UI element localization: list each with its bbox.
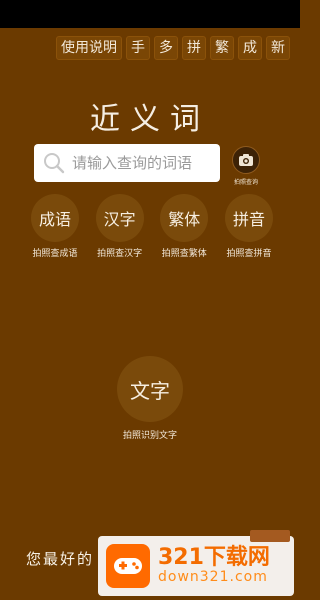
watermark-brand: 321下载网 (158, 545, 270, 571)
menu-cheng-button[interactable]: 成 (238, 36, 262, 60)
feature-traditional-button[interactable]: 繁体 (160, 194, 209, 242)
menu-duo-button[interactable]: 多 (154, 36, 178, 60)
feature-hanzi-caption: 拍照查汉字 (97, 249, 143, 259)
feature-hanzi-button[interactable]: 汉字 (95, 194, 144, 242)
watermark-overlay: 321下载网 down321.com (98, 530, 294, 596)
status-bar (0, 0, 300, 28)
top-menu: 使用说明 手 多 拼 繁 成 新 (44, 36, 290, 60)
feature-idiom-caption: 拍照查成语 (32, 249, 78, 259)
menu-shou-button[interactable]: 手 (126, 36, 150, 60)
ocr-caption: 拍照识别文字 (122, 431, 177, 441)
feature-row: 成语 拍照查成语 汉字 拍照查汉字 繁体 拍照查繁体 拼音 拍照查拼音 (26, 194, 278, 259)
feature-pinyin[interactable]: 拼音 拍照查拼音 (220, 194, 278, 259)
ocr-button[interactable]: 文字 (117, 356, 183, 422)
search-icon (44, 153, 65, 174)
feature-hanzi[interactable]: 汉字 拍照查汉字 (91, 194, 149, 259)
feature-idiom-button[interactable]: 成语 (31, 194, 79, 242)
bottom-slogan: 您最好的 (26, 550, 95, 568)
camera-search-button[interactable]: 拍照查询 (228, 146, 264, 186)
menu-help-button[interactable]: 使用说明 (56, 36, 122, 60)
watermark-logo-icon (106, 544, 150, 588)
search-box[interactable] (34, 144, 220, 182)
watermark-corner-tab (250, 530, 290, 542)
feature-pinyin-caption: 拍照查拼音 (226, 249, 272, 259)
menu-xin-button[interactable]: 新 (266, 36, 290, 60)
feature-pinyin-button[interactable]: 拼音 (224, 194, 273, 242)
feature-idiom[interactable]: 成语 拍照查成语 (26, 194, 84, 259)
menu-fan-button[interactable]: 繁 (210, 36, 234, 60)
menu-pin-button[interactable]: 拼 (182, 36, 206, 60)
page-title: 近义词 (90, 102, 210, 137)
feature-traditional[interactable]: 繁体 拍照查繁体 (155, 194, 213, 259)
watermark-text: 321下载网 down321.com (158, 546, 270, 586)
camera-icon (239, 154, 253, 166)
camera-button[interactable] (232, 146, 260, 174)
watermark-domain: down321.com (158, 569, 268, 586)
search-input[interactable] (72, 154, 212, 172)
gamepad-icon (114, 558, 142, 574)
feature-traditional-caption: 拍照查繁体 (161, 249, 207, 259)
ocr-section: 文字 拍照识别文字 (0, 356, 300, 441)
camera-label: 拍照查询 (233, 179, 258, 186)
